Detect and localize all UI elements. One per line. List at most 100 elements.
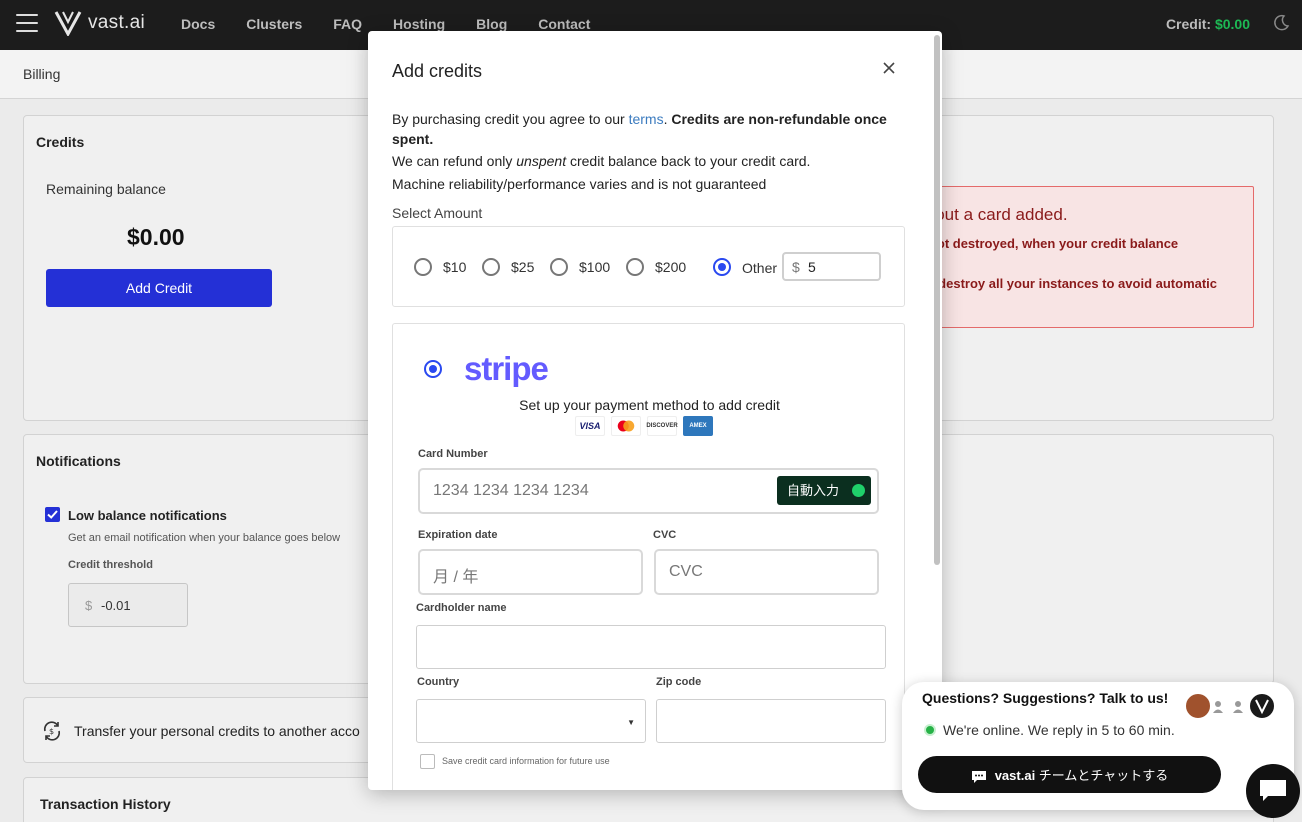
warning-line1: t not destroyed, when your credit balanc… <box>924 236 1179 251</box>
threshold-currency: $ <box>85 598 93 613</box>
card-brand-logos: VISA DISCOVER AMEX <box>575 416 719 436</box>
brand-name: vast.ai <box>88 12 146 33</box>
amount-options: $10 $25 $100 $200 Other $ 5 <box>392 226 905 307</box>
checkmark-icon <box>47 510 58 519</box>
zip-input[interactable] <box>656 699 886 743</box>
vast-logo-icon <box>54 11 82 36</box>
cvc-label: CVC <box>653 529 677 541</box>
terms-prefix: By purchasing credit you agree to our <box>392 111 629 127</box>
chat-brand: vast.ai <box>994 768 1036 783</box>
online-status-dot <box>924 724 936 736</box>
card-number-input[interactable]: 1234 1234 1234 1234 自動入力 <box>418 468 879 514</box>
transaction-history-title: Transaction History <box>40 796 171 812</box>
other-amount-input[interactable]: $ 5 <box>782 252 881 281</box>
refund-emphasis: unspent <box>516 153 567 169</box>
country-select[interactable]: ▼ <box>416 699 646 743</box>
cvc-placeholder: CVC <box>669 563 703 580</box>
modal-scrollbar[interactable] <box>934 35 940 565</box>
arrow-right-icon <box>852 484 865 497</box>
credit-threshold-input[interactable]: $ -0.01 <box>68 583 188 627</box>
amex-icon: AMEX <box>683 416 713 436</box>
other-value: 5 <box>808 259 816 275</box>
save-card-label: Save credit card information for future … <box>442 756 610 766</box>
logo[interactable]: vast.ai <box>54 10 145 36</box>
nav-link-faq[interactable]: FAQ <box>333 16 362 32</box>
credit-indicator[interactable]: Credit: $0.00 <box>1166 16 1250 32</box>
amount-label-200: $200 <box>655 259 687 275</box>
setup-payment-text: Set up your payment method to add credit <box>519 397 780 413</box>
refund-line: We can refund only unspent credit balanc… <box>392 151 810 171</box>
warning-line2: st destroy all your instances to avoid a… <box>924 276 1218 291</box>
chat-title: Questions? Suggestions? Talk to us! <box>922 690 1169 706</box>
chat-icon <box>1260 780 1286 801</box>
discover-icon: DISCOVER <box>646 416 678 436</box>
mastercard-icon <box>611 416 641 436</box>
cardholder-input[interactable] <box>416 625 886 669</box>
vast-avatar <box>1248 692 1276 720</box>
stripe-logo: stripe <box>464 350 549 387</box>
credit-threshold-label: Credit threshold <box>68 559 153 571</box>
amount-label-10: $10 <box>443 259 467 275</box>
nav-link-clusters[interactable]: Clusters <box>246 16 302 32</box>
chat-bubble-icon <box>971 770 986 783</box>
reliability-line: Machine reliability/performance varies a… <box>392 176 767 192</box>
amount-radio-200[interactable] <box>626 258 644 276</box>
stripe-payment-box: stripe Set up your payment method to add… <box>392 323 905 790</box>
refund-prefix: We can refund only <box>392 153 517 169</box>
online-status-text: We're online. We reply in 5 to 60 min. <box>943 722 1175 738</box>
autofill-button[interactable]: 自動入力 <box>777 476 871 505</box>
svg-text:$: $ <box>49 727 54 736</box>
remaining-balance-label: Remaining balance <box>46 181 166 197</box>
user-icon <box>1233 701 1243 713</box>
page-title: Billing <box>23 66 61 82</box>
amount-label-25: $25 <box>511 259 535 275</box>
user-icon <box>1213 701 1223 713</box>
card-number-label: Card Number <box>418 448 488 460</box>
team-avatars <box>1184 692 1278 720</box>
cvc-input[interactable]: CVC <box>654 549 879 595</box>
start-chat-button[interactable]: vast.ai チームとチャットする <box>918 756 1221 793</box>
amount-radio-100[interactable] <box>550 258 568 276</box>
amount-radio-10[interactable] <box>414 258 432 276</box>
credit-amount: $0.00 <box>1214 16 1250 32</box>
threshold-value: -0.01 <box>101 598 131 613</box>
amount-label-100: $100 <box>579 259 611 275</box>
menu-icon[interactable] <box>16 14 38 34</box>
nav-link-docs[interactable]: Docs <box>181 16 215 32</box>
autofill-label: 自動入力 <box>787 483 840 498</box>
low-balance-description: Get an email notification when your bala… <box>68 532 341 544</box>
other-currency: $ <box>792 259 800 275</box>
zip-label: Zip code <box>656 676 702 688</box>
modal-title: Add credits <box>392 61 483 81</box>
chat-widget: Questions? Suggestions? Talk to us! We'r… <box>902 682 1294 810</box>
expiry-label: Expiration date <box>418 529 498 541</box>
terms-link[interactable]: terms <box>629 111 664 127</box>
chat-launcher-button[interactable] <box>1246 764 1300 818</box>
nav-link-hosting[interactable]: Hosting <box>393 16 445 32</box>
terms-text: By purchasing credit you agree to our te… <box>392 111 887 192</box>
nav-link-blog[interactable]: Blog <box>476 16 507 32</box>
expiry-placeholder: 月 / 年 <box>433 569 479 586</box>
country-label: Country <box>417 676 460 688</box>
stripe-radio[interactable] <box>424 360 442 378</box>
expiry-input[interactable]: 月 / 年 <box>418 549 643 595</box>
notifications-title: Notifications <box>36 453 121 469</box>
amount-label-other: Other <box>742 260 778 276</box>
low-balance-checkbox[interactable] <box>45 507 60 522</box>
amount-radio-25[interactable] <box>482 258 500 276</box>
save-card-checkbox[interactable] <box>420 754 435 769</box>
amount-radio-other[interactable] <box>713 258 731 276</box>
nav-link-contact[interactable]: Contact <box>538 16 590 32</box>
cardholder-label: Cardholder name <box>416 602 507 614</box>
warning-title: without a card added. <box>925 205 1068 224</box>
dropdown-arrow-icon: ▼ <box>627 718 635 727</box>
avatar <box>1184 692 1212 720</box>
refund-suffix: credit balance back to your credit card. <box>566 153 811 169</box>
transfer-icon: $ <box>43 721 61 741</box>
dark-mode-icon[interactable] <box>1272 14 1290 32</box>
credits-title: Credits <box>36 134 85 150</box>
add-credit-button[interactable]: Add Credit <box>46 269 272 307</box>
nav-links: Docs Clusters FAQ Hosting Blog Contact <box>181 16 621 32</box>
balance-value: $0.00 <box>127 224 185 250</box>
close-icon[interactable] <box>880 59 898 77</box>
